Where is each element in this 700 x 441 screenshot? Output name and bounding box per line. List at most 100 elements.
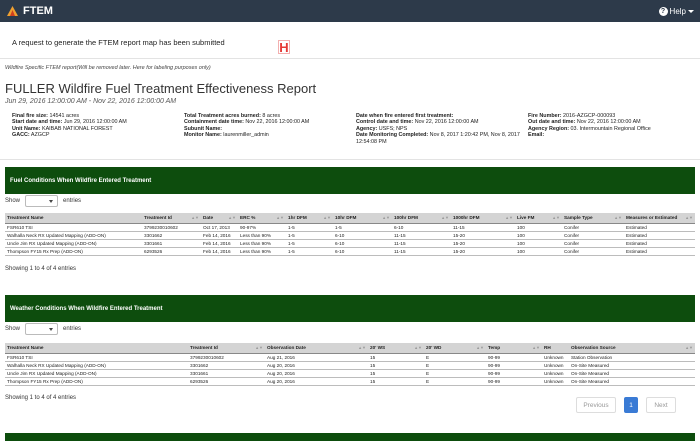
table-row: Uncle Jim RX Updated Mapping (ADD-ON) 330… <box>5 239 695 248</box>
entries-label: entries <box>63 326 82 332</box>
chevron-down-icon <box>688 9 694 13</box>
weather-entries-select[interactable] <box>25 323 59 335</box>
column-header[interactable]: 100hr DFM ▲▼ <box>392 213 451 224</box>
cell: Aug 21, 2016 <box>265 353 368 362</box>
table-row: Thompson FY15 Rx Prep (ADD-ON) 6293526 Aug… <box>5 377 695 386</box>
sort-icon: ▲▼ <box>441 215 449 220</box>
cell: 3301662 <box>188 361 265 370</box>
cell: Uncle Jim RX Updated Mapping (ADD-ON) <box>5 369 188 378</box>
cell: 3301662 <box>142 231 201 240</box>
column-header[interactable]: Live FM ▲▼ <box>515 213 562 224</box>
next-section-header <box>5 433 695 441</box>
column-header[interactable]: Sample Type ▲▼ <box>562 213 624 224</box>
cell: 90-99 <box>486 377 542 386</box>
cell: Estimated <box>624 239 695 248</box>
sort-icon: ▲▼ <box>228 215 236 220</box>
cell: Unknown <box>542 353 569 362</box>
cell: Feb 14, 2016 <box>201 239 238 248</box>
sort-icon: ▲▼ <box>552 215 560 220</box>
cell: 6293526 <box>188 377 265 386</box>
column-header[interactable]: Measures or Estimated ▲▼ <box>624 213 695 224</box>
cell: Unknown <box>542 377 569 386</box>
column-header[interactable]: RH <box>542 343 569 354</box>
sort-icon: ▲▼ <box>476 345 484 350</box>
cell: 15-20 <box>451 239 515 248</box>
cell: Less than 90% <box>238 239 286 248</box>
brand[interactable]: FTEM <box>6 5 53 17</box>
help-label: Help <box>669 6 686 16</box>
cell: Feb 14, 2016 <box>201 247 238 256</box>
show-label: Show <box>5 326 21 332</box>
meta-item: GACC: AZGCP <box>12 132 50 139</box>
column-header[interactable]: 1000hr DFM ▲▼ <box>451 213 515 224</box>
cell: 6-10 <box>333 231 392 240</box>
notice-message: A request to generate the FTEM report ma… <box>12 38 225 47</box>
column-header[interactable]: Temp ▲▼ <box>486 343 542 354</box>
column-header[interactable]: Observation Source ▲▼ <box>569 343 695 354</box>
table-header-row: Treatment Name Treatment Id ▲▼ Date ▲▼ ERC… <box>5 213 695 224</box>
cell: 15 <box>368 353 424 362</box>
cell: Station Observation <box>569 353 695 362</box>
entries-label: entries <box>63 198 82 204</box>
cell: 1-5 <box>286 223 333 232</box>
report-title: FULLER Wildfire Fuel Treatment Effective… <box>5 81 317 96</box>
cell: E <box>424 377 486 386</box>
column-header[interactable]: Treatment Name <box>5 213 142 224</box>
sort-icon: ▲▼ <box>255 345 263 350</box>
cell: Uncle Jim RX Updated Mapping (ADD-ON) <box>5 239 142 248</box>
help-menu[interactable]: ? Help <box>658 6 694 16</box>
column-header[interactable]: Treatment Id ▲▼ <box>142 213 201 224</box>
cell: 3301661 <box>188 369 265 378</box>
meta-column-4: Fire Number: 2016-AZGCP-000093 Out date … <box>528 113 696 139</box>
sort-icon: ▲▼ <box>532 345 540 350</box>
cell: 90-99 <box>486 353 542 362</box>
column-header[interactable]: 20' WD ▲▼ <box>424 343 486 354</box>
fuel-entries-select[interactable] <box>25 195 59 207</box>
column-header[interactable]: Treatment Id ▲▼ <box>188 343 265 354</box>
report-dates: Jun 29, 2016 12:00:00 AM - Nov 22, 2016 … <box>5 98 177 105</box>
ftem-logo-icon <box>6 5 19 17</box>
cell: Oct 17, 2013 <box>201 223 238 232</box>
column-header[interactable]: ERC % ▲▼ <box>238 213 286 224</box>
previous-button[interactable]: Previous <box>576 397 616 413</box>
cell: 15 <box>368 361 424 370</box>
next-button[interactable]: Next <box>646 397 676 413</box>
cell: 11-15 <box>451 223 515 232</box>
table-row: FSR610 TSI 3799230010602 Oct 17, 2013 90-97… <box>5 223 695 232</box>
meta-item: Date Monitoring Completed: Nov 8, 2017 1… <box>356 132 520 145</box>
sort-icon: ▲▼ <box>382 215 390 220</box>
sort-icon: ▲▼ <box>414 345 422 350</box>
table-header-row: Treatment Name Treatment Id ▲▼ Observatio… <box>5 343 695 354</box>
sort-icon: ▲▼ <box>323 215 331 220</box>
app-name: FTEM <box>23 5 53 17</box>
cell: Unknown <box>542 369 569 378</box>
cell: 11-15 <box>392 239 451 248</box>
cell: 6293526 <box>142 247 201 256</box>
table-row: Thompson FY15 Rx Prep (ADD-ON) 6293526 Feb… <box>5 247 695 256</box>
cell: Unknown <box>542 361 569 370</box>
fuel-section-header: Fuel Conditions When Wildfire Entered Tr… <box>5 167 695 194</box>
cell: Conifer <box>562 223 624 232</box>
meta-column-3: Date when fire entered first treatment: … <box>356 113 521 145</box>
cell: 6-10 <box>333 247 392 256</box>
table-row: FSR610 TSI 3799230010602 Aug 21, 2016 15 E 90… <box>5 353 695 362</box>
cell: Conifer <box>562 247 624 256</box>
column-header[interactable]: Date ▲▼ <box>201 213 238 224</box>
table-row: Walhalla Neck RX Updated Mapping (ADD-ON… <box>5 231 695 240</box>
cell: Aug 20, 2016 <box>265 377 368 386</box>
cell: 15-20 <box>451 247 515 256</box>
cell: On-Site Measured <box>569 369 695 378</box>
column-header[interactable]: Observation Date ▲▼ <box>265 343 368 354</box>
divider <box>0 58 700 59</box>
cell: Estimated <box>624 223 695 232</box>
show-label: Show <box>5 198 21 204</box>
cell: 15 <box>368 377 424 386</box>
page-1-button[interactable]: 1 <box>624 397 638 413</box>
column-header[interactable]: Treatment Name <box>5 343 188 354</box>
column-header[interactable]: 10hr DFM ▲▼ <box>333 213 392 224</box>
column-header[interactable]: 1hr DFM ▲▼ <box>286 213 333 224</box>
cell: E <box>424 361 486 370</box>
table-row: Uncle Jim RX Updated Mapping (ADD-ON) 330… <box>5 369 695 378</box>
cell: 1-5 <box>286 239 333 248</box>
column-header[interactable]: 20' WS ▲▼ <box>368 343 424 354</box>
